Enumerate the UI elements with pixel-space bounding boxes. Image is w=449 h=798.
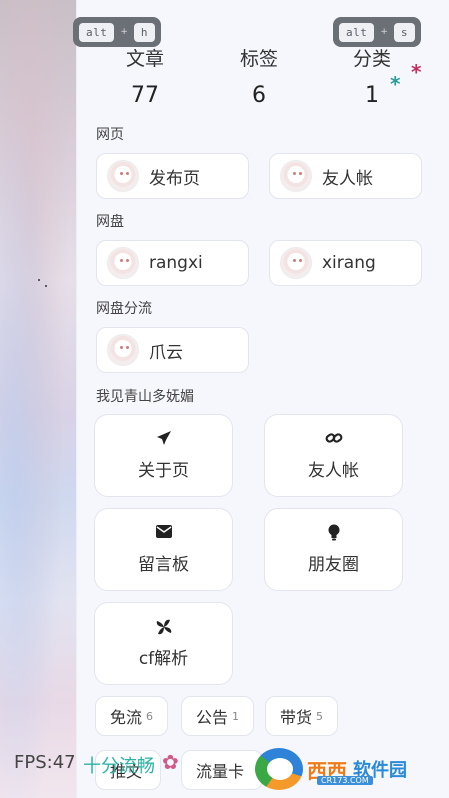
card-label: 留言板 — [138, 555, 189, 575]
tag-count: 6 — [146, 709, 154, 723]
link-label: 爪云 — [149, 342, 183, 363]
stat-tags-value: 6 — [252, 83, 266, 108]
watermark-url: CR173.COM — [317, 776, 373, 785]
card-guestbook[interactable]: 留言板 — [94, 508, 233, 591]
tag-daihuo[interactable]: 带货 5 — [265, 696, 339, 736]
cat-avatar-icon — [107, 334, 139, 366]
tag-label: 带货 — [280, 708, 313, 727]
link-label: xirang — [322, 253, 376, 273]
cat-avatar-icon — [280, 160, 312, 192]
tag-label: 流量卡 — [196, 762, 245, 781]
link-icon — [325, 430, 343, 448]
key-s: s — [393, 22, 416, 42]
background-speck — [45, 285, 47, 287]
tag-label: 公告 — [196, 708, 229, 727]
tag-sim-card[interactable]: 流量卡 — [181, 750, 264, 790]
card-label: 朋友圈 — [308, 555, 359, 575]
shortcut-search[interactable]: alt + s — [333, 17, 422, 47]
cat-avatar-icon — [280, 247, 312, 279]
card-label: 关于页 — [138, 461, 189, 481]
paper-plane-icon — [156, 430, 172, 448]
lightbulb-icon — [328, 524, 340, 542]
background-speck — [38, 279, 40, 281]
key-alt: alt — [339, 22, 375, 42]
cat-avatar-icon — [107, 160, 139, 192]
card-friends[interactable]: 友人帐 — [264, 414, 403, 497]
link-label: 发布页 — [149, 168, 200, 189]
link-card-friends[interactable]: 友人帐 — [269, 153, 422, 199]
card-cf-dns[interactable]: cf解析 — [94, 602, 233, 685]
stat-tags[interactable]: 标签 6 — [219, 44, 299, 108]
fluency-status: 十分流畅 — [83, 756, 155, 777]
stat-tags-label: 标签 — [239, 48, 278, 70]
key-alt: alt — [79, 22, 115, 42]
watermark-logo: 西西 软件园 CR173.COM — [255, 746, 445, 792]
link-card-xirang[interactable]: xirang — [269, 240, 422, 286]
section-title-mountains: 我见青山多妩媚 — [96, 389, 194, 405]
section-title-web: 网页 — [96, 127, 124, 143]
section-title-netdisk: 网盘 — [96, 214, 124, 230]
plus-sign: + — [120, 27, 128, 37]
watermark-c-icon — [255, 748, 303, 790]
card-moments[interactable]: 朋友圈 — [264, 508, 403, 591]
card-label: 友人帐 — [308, 461, 359, 481]
cat-avatar-icon — [107, 247, 139, 279]
fps-counter: FPS:47 — [14, 752, 76, 773]
card-label: cf解析 — [138, 649, 189, 669]
background-image — [0, 0, 76, 798]
shortcut-home[interactable]: alt + h — [73, 17, 162, 47]
tag-announcement[interactable]: 公告 1 — [181, 696, 255, 736]
link-label: 友人帐 — [322, 168, 373, 189]
stat-articles[interactable]: 文章 77 — [105, 44, 185, 108]
tag-mianliu[interactable]: 免流 6 — [95, 696, 169, 736]
fan-icon — [155, 618, 173, 636]
section-title-netdisk-split: 网盘分流 — [96, 301, 152, 317]
stat-articles-label: 文章 — [125, 48, 164, 70]
tag-count: 1 — [232, 709, 240, 723]
stat-categories-label: 分类 — [352, 48, 391, 70]
red-star-icon: * — [411, 60, 422, 84]
link-card-publish[interactable]: 发布页 — [96, 153, 249, 199]
teal-star-icon: * — [390, 72, 401, 96]
link-label: rangxi — [149, 253, 203, 273]
plus-sign: + — [380, 27, 388, 37]
link-card-zhuayun[interactable]: 爪云 — [96, 327, 249, 373]
tag-count: 5 — [316, 709, 324, 723]
stat-articles-value: 77 — [131, 83, 159, 108]
flower-icon: ✿ — [162, 750, 179, 774]
tag-label: 免流 — [110, 708, 143, 727]
card-about[interactable]: 关于页 — [94, 414, 233, 497]
link-card-rangxi[interactable]: rangxi — [96, 240, 249, 286]
envelope-icon — [155, 524, 172, 542]
key-h: h — [133, 22, 156, 42]
